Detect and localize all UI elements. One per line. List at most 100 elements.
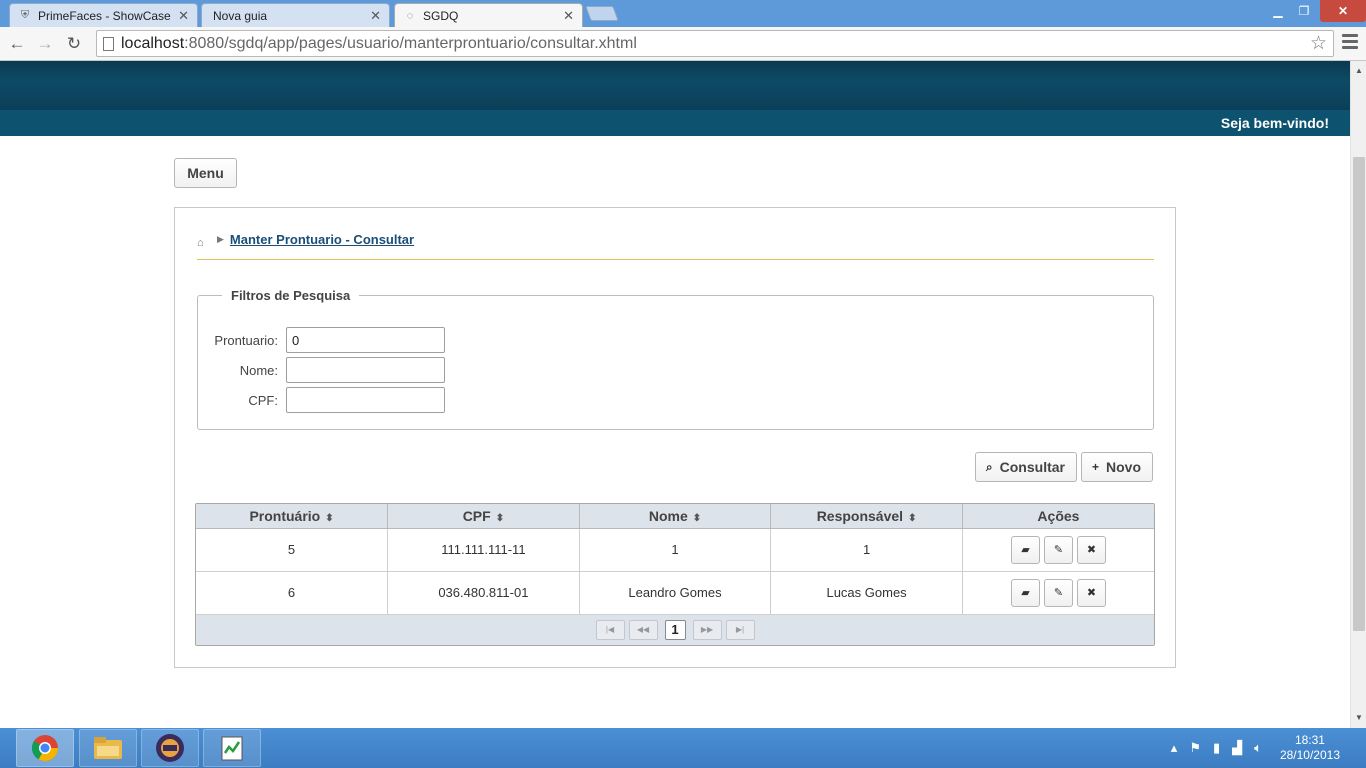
primefaces-icon: ⛨ <box>20 9 30 21</box>
column-header-responsavel[interactable]: Responsável ⬍ <box>770 504 963 529</box>
battery-icon[interactable]: ▮ <box>1213 740 1220 756</box>
open-folder-icon[interactable]: ▰ <box>1010 578 1040 607</box>
system-tray: ▴ ⚑ ▮ ▟ 🔈︎ 18:31 28/10/2013 <box>1165 728 1366 768</box>
browser-tabbar: ⛨ PrimeFaces - ShowCase ✕ Nova guia ✕ ◌ … <box>0 0 1366 27</box>
tab-primefaces[interactable]: ⛨ PrimeFaces - ShowCase ✕ <box>9 3 198 27</box>
tab-sgdq[interactable]: ◌ SGDQ ✕ <box>394 3 583 27</box>
sort-icon: ⬍ <box>495 512 505 524</box>
actions-bar: ⌕ Consultar + Novo <box>974 452 1153 482</box>
forward-arrow-icon[interactable]: → <box>33 32 57 56</box>
prontuarios-datatable: Prontuário ⬍ CPF ⬍ Nome ⬍ Responsável ⬍ Açõe… <box>195 503 1155 646</box>
menu-button[interactable]: Menu <box>174 158 237 188</box>
file-explorer-icon[interactable] <box>79 729 137 767</box>
flag-icon[interactable]: ⚑ <box>1189 740 1201 756</box>
cell-prontuario: 5 <box>196 528 389 572</box>
pencil-icon[interactable]: ✎ <box>1043 535 1073 564</box>
column-header-prontuario[interactable]: Prontuário ⬍ <box>196 504 389 529</box>
filters-legend: Filtros de Pesquisa <box>231 288 351 303</box>
clock[interactable]: 18:31 28/10/2013 <box>1280 733 1340 763</box>
first-page-icon[interactable]: |◀ <box>595 619 625 640</box>
column-header-nome[interactable]: Nome ⬍ <box>579 504 772 529</box>
previous-page-icon[interactable]: ◀◀ <box>628 619 658 640</box>
nome-input[interactable] <box>286 357 445 383</box>
scroll-up-icon[interactable]: ▲ <box>1351 63 1366 79</box>
reload-icon[interactable]: ↻ <box>62 32 86 56</box>
search-icon: ⌕ <box>985 459 993 474</box>
show-hidden-icons-icon[interactable]: ▴ <box>1171 740 1178 756</box>
close-icon[interactable]: ✕ <box>370 8 381 24</box>
filter-row-prontuario: Prontuario: <box>198 327 445 353</box>
chrome-icon[interactable] <box>16 729 74 767</box>
close-icon[interactable]: ✕ <box>178 8 189 24</box>
breadcrumb: ⌂ ▶ Manter Prontuario - Consultar <box>197 232 1154 260</box>
network-signal-icon[interactable]: ▟ <box>1232 740 1242 756</box>
notepad-icon[interactable] <box>203 729 261 767</box>
cell-cpf: 036.480.811-01 <box>387 571 580 615</box>
pencil-icon[interactable]: ✎ <box>1043 578 1073 607</box>
back-arrow-icon[interactable]: ← <box>5 32 29 56</box>
url-path: :8080/sgdq/app/pages/usuario/manterpront… <box>184 34 637 52</box>
filter-row-cpf: CPF: <box>198 387 445 413</box>
open-folder-icon[interactable]: ▰ <box>1010 535 1040 564</box>
new-tab-button[interactable] <box>585 6 619 21</box>
cell-cpf: 111.111.111-11 <box>387 528 580 572</box>
url-host: localhost <box>121 34 185 52</box>
close-icon[interactable]: ✖ <box>1076 535 1106 564</box>
cell-nome: Leandro Gomes <box>579 571 772 615</box>
cell-prontuario: 6 <box>196 571 389 615</box>
nome-label: Nome: <box>239 362 278 378</box>
bookmark-star-icon[interactable]: ☆ <box>1310 32 1327 55</box>
vertical-scrollbar[interactable]: ▲ ▼ <box>1350 61 1366 728</box>
restore-button[interactable]: ❐ <box>1291 0 1317 22</box>
chevron-right-icon: ▶ <box>217 234 224 244</box>
home-icon[interactable]: ⌂ <box>197 237 209 249</box>
sort-icon: ⬍ <box>325 512 334 524</box>
scroll-down-icon[interactable]: ▼ <box>1351 710 1366 726</box>
tab-title: SGDQ <box>423 8 459 23</box>
table-header-row: Prontuário ⬍ CPF ⬍ Nome ⬍ Responsável ⬍ Açõe… <box>196 504 1154 529</box>
volume-icon[interactable]: 🔈︎ <box>1254 740 1262 756</box>
minimize-button[interactable]: ▁ <box>1265 0 1291 22</box>
cpf-label: CPF: <box>248 392 278 408</box>
search-filters-fieldset: Filtros de Pesquisa Prontuario: Nome: CP… <box>197 288 1154 430</box>
cell-nome: 1 <box>579 528 772 572</box>
page-number-button[interactable]: 1 <box>664 619 686 640</box>
globe-icon: ◌ <box>406 9 414 22</box>
page-viewport: Seja bem-vindo! Menu ⌂ ▶ Manter Prontuar… <box>0 61 1350 728</box>
plus-icon: + <box>1091 460 1099 474</box>
column-header-cpf[interactable]: CPF ⬍ <box>387 504 580 529</box>
tab-title: PrimeFaces - ShowCase <box>38 8 171 23</box>
sort-icon: ⬍ <box>908 512 917 524</box>
close-window-button[interactable]: ✕ <box>1320 0 1366 22</box>
breadcrumb-link[interactable]: Manter Prontuario - Consultar <box>230 232 414 247</box>
page-icon <box>103 37 114 51</box>
address-bar[interactable]: localhost:8080/sgdq/app/pages/usuario/ma… <box>96 30 1334 57</box>
novo-label: Novo <box>1106 459 1141 475</box>
cell-responsavel: 1 <box>770 528 963 572</box>
clock-time: 18:31 <box>1294 733 1325 747</box>
windows-taskbar: ▴ ⚑ ▮ ▟ 🔈︎ 18:31 28/10/2013 <box>0 728 1366 768</box>
prontuario-input[interactable] <box>286 327 445 353</box>
cell-responsavel: Lucas Gomes <box>770 571 963 615</box>
content-panel: ⌂ ▶ Manter Prontuario - Consultar Filtro… <box>174 207 1176 668</box>
app-header-strip <box>0 110 1350 136</box>
scrollbar-thumb[interactable] <box>1353 157 1365 631</box>
app-header-banner <box>0 61 1350 110</box>
paginator: |◀ ◀◀ 1 ▶▶ ▶| <box>196 614 1154 645</box>
tab-nova-guia[interactable]: Nova guia ✕ <box>201 3 390 27</box>
close-icon[interactable]: ✕ <box>563 8 574 24</box>
novo-button[interactable]: + Novo <box>1080 452 1153 482</box>
last-page-icon[interactable]: ▶| <box>725 619 755 640</box>
consultar-button[interactable]: ⌕ Consultar <box>974 452 1077 482</box>
cell-acoes: ▰ ✎ ✖ <box>962 571 1154 615</box>
clock-date: 28/10/2013 <box>1279 748 1340 762</box>
hamburger-menu-icon[interactable] <box>1342 34 1358 52</box>
cpf-input[interactable] <box>286 387 445 413</box>
close-icon[interactable]: ✖ <box>1076 578 1106 607</box>
consultar-label: Consultar <box>999 459 1065 475</box>
filter-row-nome: Nome: <box>198 357 445 383</box>
browser-toolbar: ← → ↻ localhost:8080/sgdq/app/pages/usua… <box>0 27 1366 61</box>
table-row: 6 036.480.811-01 Leandro Gomes Lucas Gom… <box>196 571 1154 615</box>
java-ee-ide-icon[interactable] <box>141 729 199 767</box>
next-page-icon[interactable]: ▶▶ <box>692 619 722 640</box>
